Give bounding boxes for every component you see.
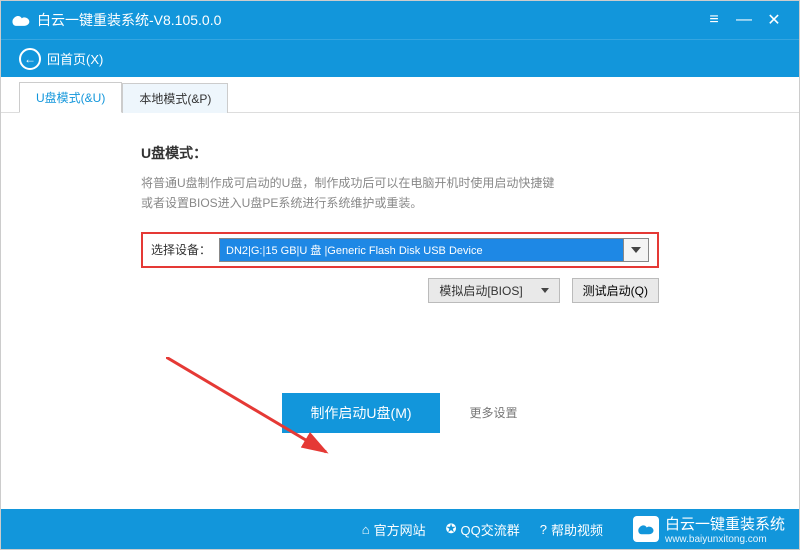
brand-logo-icon [633, 516, 659, 542]
brand-url: www.baiyunxitong.com [665, 534, 785, 545]
minimize-button[interactable]: — [729, 11, 759, 29]
title-bar: 白云一键重装系统-V8.105.0.0 ≡ — ✕ [1, 1, 799, 39]
home-icon: ⌂ [362, 522, 370, 537]
back-bar: ← 回首页(X) [1, 39, 799, 77]
footer-brand: 白云一键重装系统 www.baiyunxitong.com [633, 513, 785, 545]
more-settings-link[interactable]: 更多设置 [470, 404, 518, 421]
close-button[interactable]: ✕ [759, 10, 789, 30]
boot-options-row: 模拟启动[BIOS] 测试启动(Q) [141, 278, 659, 303]
tab-usb-mode[interactable]: U盘模式(&U) [19, 82, 122, 113]
menu-button[interactable]: ≡ [699, 11, 729, 29]
device-select-row: 选择设备： DN2|G:|15 GB|U 盘 |Generic Flash Di… [141, 232, 659, 268]
usb-mode-panel: U盘模式： 将普通U盘制作成可启动的U盘，制作成功后可以在电脑开机时使用启动快捷… [1, 113, 799, 433]
device-select-label: 选择设备： [151, 241, 211, 258]
help-icon: ? [540, 522, 547, 537]
panel-heading: U盘模式： [141, 143, 659, 163]
qq-group-link[interactable]: ✪ QQ交流群 [446, 520, 520, 539]
device-combobox[interactable]: DN2|G:|15 GB|U 盘 |Generic Flash Disk USB… [219, 238, 649, 262]
panel-description: 将普通U盘制作成可启动的U盘，制作成功后可以在电脑开机时使用启动快捷键 或者设置… [141, 173, 659, 214]
main-action-row: 制作启动U盘(M) 更多设置 [141, 393, 659, 433]
brand-name: 白云一键重装系统 [665, 513, 785, 534]
device-dropdown-arrow[interactable] [623, 238, 649, 262]
make-usb-button[interactable]: 制作启动U盘(M) [282, 393, 439, 433]
qq-icon: ✪ [446, 521, 457, 537]
sim-boot-dropdown[interactable]: 模拟启动[BIOS] [428, 278, 559, 303]
back-label: 回首页(X) [47, 49, 103, 68]
back-arrow-icon: ← [19, 48, 41, 70]
app-window: 白云一键重装系统-V8.105.0.0 ≡ — ✕ ← 回首页(X) U盘模式(… [0, 0, 800, 550]
tab-local-mode[interactable]: 本地模式(&P) [122, 83, 228, 113]
test-boot-button[interactable]: 测试启动(Q) [572, 278, 659, 303]
app-logo-icon [11, 10, 31, 30]
chevron-down-icon [631, 247, 641, 253]
back-home-button[interactable]: ← 回首页(X) [11, 44, 111, 74]
mode-tabs: U盘模式(&U) 本地模式(&P) [1, 83, 799, 113]
content-area: U盘模式(&U) 本地模式(&P) U盘模式： 将普通U盘制作成可启动的U盘，制… [1, 77, 799, 509]
app-title: 白云一键重装系统-V8.105.0.0 [37, 10, 699, 30]
device-selected-value: DN2|G:|15 GB|U 盘 |Generic Flash Disk USB… [219, 238, 623, 262]
official-site-link[interactable]: ⌂ 官方网站 [362, 520, 426, 539]
help-video-link[interactable]: ? 帮助视频 [540, 520, 603, 539]
footer-bar: ⌂ 官方网站 ✪ QQ交流群 ? 帮助视频 白云一键重装系统 www.baiyu… [1, 509, 799, 549]
chevron-down-icon [541, 288, 549, 293]
